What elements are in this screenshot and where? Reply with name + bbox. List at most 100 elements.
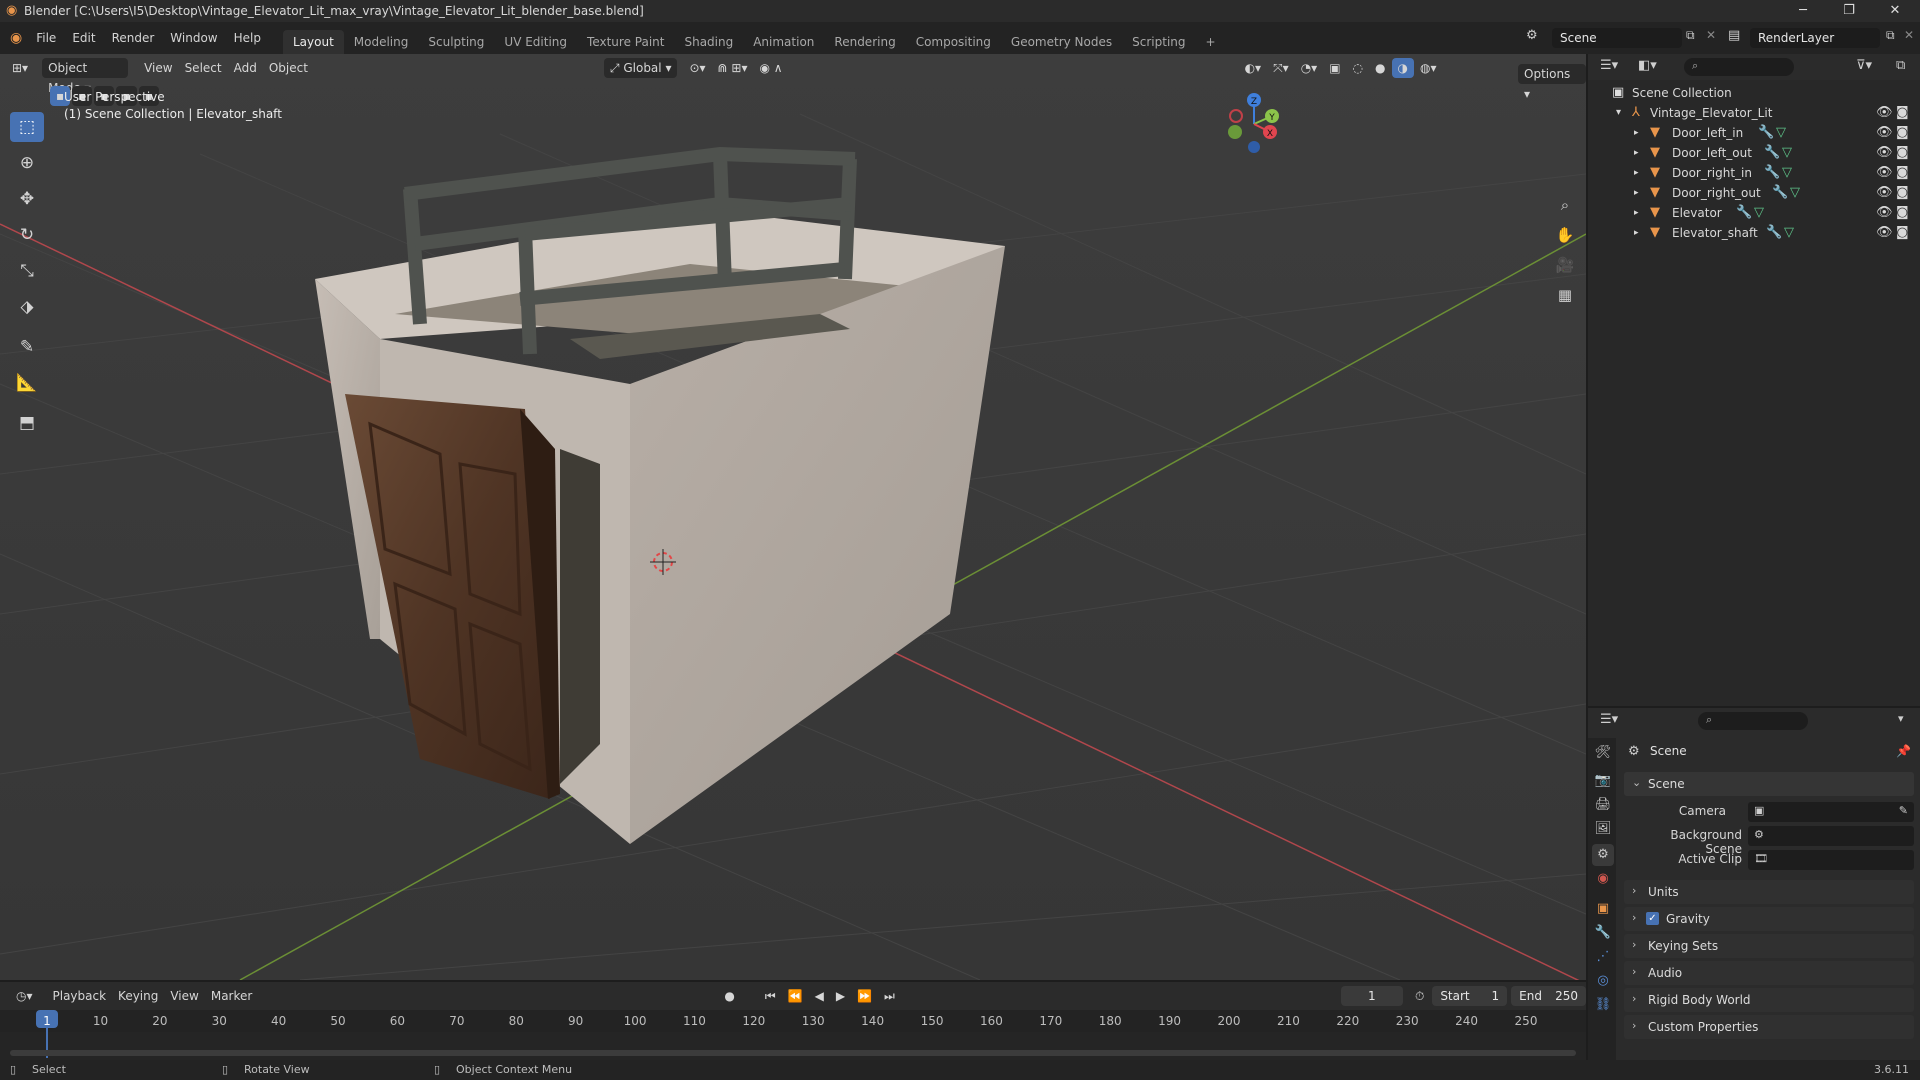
modifier-wrench-icon[interactable]: 🔧 [1764, 145, 1780, 160]
outliner-search-input[interactable]: ⌕ [1684, 58, 1794, 76]
rotate-tool[interactable]: ↻ [10, 220, 44, 250]
render-tab-icon[interactable]: 📷 [1592, 770, 1614, 792]
panel-rigid-body-world[interactable]: › Rigid Body World [1624, 988, 1914, 1012]
tab-sculpting[interactable]: Sculpting [418, 30, 494, 54]
timeline-scrollbar[interactable] [10, 1050, 1576, 1056]
menu-file[interactable]: File [28, 31, 64, 45]
outliner-editor-icon[interactable]: ☰▾ [1600, 58, 1618, 73]
jump-start-icon[interactable]: ⏮ [759, 986, 782, 1006]
mesh-data-icon[interactable]: ▽ [1776, 125, 1786, 140]
particles-tab-icon[interactable]: ⋰ [1592, 946, 1614, 968]
render-camera-icon[interactable]: ◙ [1896, 105, 1909, 120]
rendered-shading-icon[interactable]: ◍▾ [1414, 58, 1443, 78]
mesh-data-icon[interactable]: ▽ [1784, 225, 1794, 240]
menu-object[interactable]: Object [263, 58, 314, 78]
camera-field[interactable]: ▣ ✎ [1748, 802, 1914, 822]
object-tab-icon[interactable]: ▣ [1592, 898, 1614, 920]
proportional-edit-icon[interactable]: ◉ ∧ [754, 58, 789, 78]
scene-icon[interactable]: ⚙ [1526, 28, 1538, 43]
camera-view-icon[interactable]: 🎥 [1552, 252, 1578, 278]
render-camera-icon[interactable]: ◙ [1896, 125, 1909, 140]
expand-arrow-icon[interactable]: ▸ [1634, 128, 1639, 138]
panel-audio[interactable]: › Audio [1624, 961, 1914, 985]
menu-add[interactable]: Add [228, 58, 263, 78]
visibility-eye-icon[interactable]: 👁 [1876, 125, 1893, 140]
gizmo-toggle-icon[interactable]: ⤧▾ [1267, 58, 1295, 78]
tab-uv-editing[interactable]: UV Editing [494, 30, 577, 54]
transform-tool[interactable]: ⬗ [10, 292, 44, 322]
modifier-wrench-icon[interactable]: 🔧 [1766, 225, 1782, 240]
visibility-eye-icon[interactable]: 👁 [1876, 185, 1893, 200]
tab-rendering[interactable]: Rendering [824, 30, 905, 54]
expand-arrow-icon[interactable]: ▸ [1634, 168, 1639, 178]
menu-timeline-view[interactable]: View [164, 986, 204, 1006]
modifier-wrench-icon[interactable]: 🔧 [1764, 165, 1780, 180]
transform-orientation-dropdown[interactable]: ⤢ Global ▾ [603, 58, 678, 78]
expand-arrow-icon[interactable]: ▸ [1634, 208, 1639, 218]
world-tab-icon[interactable]: ◉ [1592, 868, 1614, 890]
modifier-tab-icon[interactable]: 🔧 [1592, 922, 1614, 944]
modifier-wrench-icon[interactable]: 🔧 [1772, 185, 1788, 200]
wireframe-shading-icon[interactable]: ◌ [1347, 58, 1369, 78]
pan-hand-icon[interactable]: ✋ [1552, 222, 1578, 248]
properties-editor-icon[interactable]: ☰▾ [1600, 712, 1618, 727]
output-tab-icon[interactable]: 🖨 [1592, 794, 1614, 816]
pivot-point-icon[interactable]: ⊙▾ [683, 58, 711, 78]
expand-arrow-icon[interactable]: ▸ [1634, 188, 1639, 198]
editor-type-icon[interactable]: ⊞▾ [6, 58, 34, 78]
preview-range-icon[interactable]: ⏱ [1409, 986, 1430, 1006]
panel-keying-sets[interactable]: › Keying Sets [1624, 934, 1914, 958]
menu-playback[interactable]: Playback ▾ [47, 986, 113, 1023]
gravity-checkbox[interactable]: ✓ [1646, 912, 1659, 925]
menu-marker[interactable]: Marker [205, 986, 258, 1006]
auto-keying-icon[interactable]: ● [718, 986, 740, 1006]
select-box-tool[interactable]: ⬚ [10, 112, 44, 142]
constraints-tab-icon[interactable]: ⛓ [1592, 994, 1614, 1016]
render-camera-icon[interactable]: ◙ [1896, 165, 1909, 180]
scene-tab-icon[interactable]: ⚙ [1592, 844, 1614, 866]
pin-icon[interactable]: 📌 [1896, 744, 1911, 758]
options-button[interactable]: Options ▾ [1518, 64, 1586, 101]
solid-shading-icon[interactable]: ● [1369, 58, 1391, 78]
tab-shading[interactable]: Shading [674, 30, 743, 54]
render-camera-icon[interactable]: ◙ [1896, 205, 1909, 220]
start-frame-field[interactable]: Start 1 [1432, 986, 1508, 1006]
tool-tab-icon[interactable]: 🛠 [1592, 742, 1614, 764]
new-view-layer-icon[interactable]: ⧉ [1886, 28, 1895, 43]
visibility-eye-icon[interactable]: 👁 [1876, 145, 1893, 160]
delete-scene-icon[interactable]: ✕ [1706, 28, 1716, 42]
panel-custom-properties[interactable]: › Custom Properties [1624, 1015, 1914, 1039]
properties-options-icon[interactable]: ▾ [1898, 712, 1904, 725]
mesh-data-icon[interactable]: ▽ [1754, 205, 1764, 220]
eyedropper-icon[interactable]: ✎ [1899, 804, 1908, 817]
panel-scene-header[interactable]: ⌄ Scene [1624, 772, 1914, 796]
scene-selector[interactable]: Scene [1552, 28, 1682, 48]
jump-keyframe-back-icon[interactable]: ⏪ [782, 986, 809, 1006]
visibility-eye-icon[interactable]: 👁 [1876, 105, 1893, 120]
maximize-button[interactable]: ❐ [1826, 0, 1872, 22]
snap-icon[interactable]: ⋒ ⊞▾ [712, 58, 754, 78]
panel-gravity[interactable]: › ✓ Gravity [1624, 907, 1914, 931]
play-icon[interactable]: ▶ [830, 986, 851, 1006]
modifier-wrench-icon[interactable]: 🔧 [1758, 125, 1774, 140]
material-shading-icon[interactable]: ◑ [1391, 58, 1414, 78]
overlay-toggle-icon[interactable]: ◔▾ [1295, 58, 1324, 78]
expand-arrow-icon[interactable]: ▸ [1634, 148, 1639, 158]
mesh-data-icon[interactable]: ▽ [1782, 165, 1792, 180]
display-mode-icon[interactable]: ◧▾ [1638, 58, 1657, 73]
view-layer-tab-icon[interactable]: 🖼 [1592, 818, 1614, 840]
view-layer-selector[interactable]: RenderLayer [1750, 28, 1880, 48]
render-camera-icon[interactable]: ◙ [1896, 225, 1909, 240]
menu-select[interactable]: Select [179, 58, 228, 78]
current-frame-field[interactable]: 1 [1340, 986, 1403, 1006]
jump-keyframe-forward-icon[interactable]: ⏩ [851, 986, 878, 1006]
menu-window[interactable]: Window [162, 31, 225, 45]
filter-icon[interactable]: ⊽▾ [1856, 58, 1872, 73]
render-camera-icon[interactable]: ◙ [1896, 145, 1909, 160]
mesh-data-icon[interactable]: ▽ [1790, 185, 1800, 200]
tab-texture-paint[interactable]: Texture Paint [577, 30, 674, 54]
tab-compositing[interactable]: Compositing [906, 30, 1001, 54]
active-clip-field[interactable]: 🎞 [1748, 850, 1914, 870]
outliner-row-object[interactable]: ▸ ▼ Door_right_in 🔧 ▽ 👁 ◙ [1588, 164, 1920, 184]
new-collection-icon[interactable]: ⧉ [1896, 58, 1905, 73]
